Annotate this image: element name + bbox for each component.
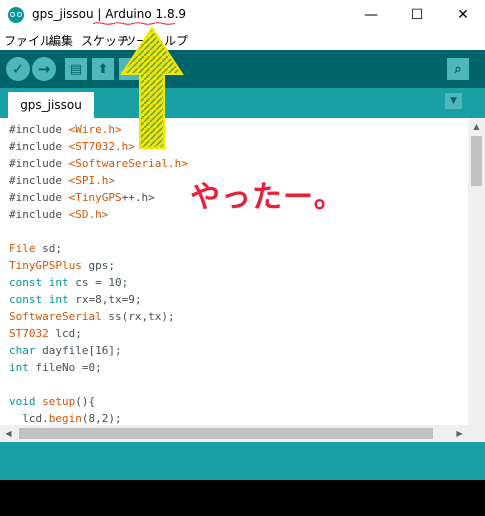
handwritten-annotation: やったー。: [190, 180, 345, 215]
chevron-down-icon: ▼: [450, 96, 457, 106]
close-button[interactable]: ✕: [440, 0, 485, 30]
app-version: Arduino 1.8.9: [105, 7, 187, 21]
vertical-scrollbar[interactable]: ▲: [468, 118, 485, 425]
horizontal-scrollbar[interactable]: ◀ ▶: [0, 425, 468, 442]
code-line: void setup(){: [9, 393, 188, 410]
vertical-scroll-thumb[interactable]: [471, 136, 482, 186]
code-line: int fileNo =0;: [9, 359, 188, 376]
code-token: #include: [9, 208, 69, 221]
toolbar: ✓ → ▤ ⬆ ⬇ ⌕: [0, 50, 485, 88]
scrollbar-corner: [468, 425, 485, 442]
verify-button[interactable]: ✓: [6, 57, 30, 81]
serial-monitor-button[interactable]: ⌕: [447, 58, 469, 80]
code-token: <SoftwareSerial.h>: [68, 157, 188, 170]
code-token: SoftwareSerial: [9, 310, 102, 323]
code-token: ss(rx,tx);: [101, 310, 175, 323]
code-line: SoftwareSerial ss(rx,tx);: [9, 308, 188, 325]
code-token: int: [9, 361, 29, 374]
code-line: File sd;: [9, 240, 188, 257]
code-line: #include <TinyGPS++.h>: [9, 189, 188, 206]
code-token: <SD.h>: [68, 208, 109, 221]
code-line: const int rx=8,tx=9;: [9, 291, 188, 308]
code-token: #include: [9, 157, 69, 170]
code-line: lcd.begin(8,2);: [9, 410, 188, 425]
title-bar: gps_jissou | Arduino 1.8.9 — ☐ ✕: [0, 0, 485, 30]
code-line: #include <SPI.h>: [9, 172, 188, 189]
code-token: TinyGPSPlus: [9, 259, 82, 272]
tab-gps-jissou[interactable]: gps_jissou: [8, 92, 94, 118]
code-line: #include <SD.h>: [9, 206, 188, 223]
scroll-up-icon[interactable]: ▲: [468, 118, 485, 135]
output-console[interactable]: [0, 480, 485, 516]
code-token: const: [9, 293, 43, 306]
maximize-button[interactable]: ☐: [394, 0, 440, 30]
code-token: int: [48, 276, 69, 289]
magnifier-icon: ⌕: [454, 61, 462, 77]
code-token: (8,2);: [81, 412, 122, 425]
code-token: lcd;: [48, 327, 82, 340]
scroll-right-icon[interactable]: ▶: [451, 425, 468, 442]
source-code: #include <Wire.h> #include <ST7032.h> #inc…: [9, 121, 188, 425]
checkmark-icon: ✓: [11, 60, 25, 78]
code-token: int: [48, 293, 69, 306]
menu-file[interactable]: ファイル: [4, 32, 52, 49]
window-title: gps_jissou | Arduino 1.8.9: [32, 7, 186, 21]
code-token: <SPI.h>: [68, 174, 115, 187]
code-token: <Wire.h>: [68, 123, 122, 136]
horizontal-scroll-thumb[interactable]: [19, 428, 433, 439]
tab-menu-button[interactable]: ▼: [445, 93, 462, 109]
code-token: char: [9, 344, 36, 357]
arduino-logo-icon: [8, 7, 24, 23]
scroll-left-icon[interactable]: ◀: [0, 425, 17, 442]
code-token: ST7032: [9, 327, 49, 340]
code-token: (){: [75, 395, 96, 408]
code-token: setup: [42, 395, 76, 408]
red-underline-mark: [93, 22, 175, 25]
code-token: rx=8,tx=9;: [68, 293, 142, 306]
code-token: lcd.: [9, 412, 49, 425]
code-line: #include <SoftwareSerial.h>: [9, 155, 188, 172]
code-editor[interactable]: #include <Wire.h> #include <ST7032.h> #inc…: [0, 118, 468, 425]
code-token: dayfile[16];: [35, 344, 122, 357]
sketch-name: gps_jissou: [32, 7, 94, 21]
arrow-right-icon: →: [37, 60, 51, 78]
code-token: const: [9, 276, 43, 289]
code-token: File: [9, 242, 36, 255]
code-line: ST7032 lcd;: [9, 325, 188, 342]
code-token: #include: [9, 123, 69, 136]
upload-button[interactable]: →: [32, 57, 56, 81]
menu-bar: ファイル 編集 スケッチ ツール ヘルプ: [0, 30, 485, 50]
status-bar: [0, 442, 485, 480]
code-token: begin: [48, 412, 82, 425]
new-sketch-button[interactable]: ▤: [65, 58, 87, 80]
code-token: ++.h>: [121, 191, 155, 204]
code-token: sd;: [35, 242, 62, 255]
code-token: <TinyGPS: [68, 191, 122, 204]
code-token: gps;: [81, 259, 115, 272]
yellow-arrow-annotation: [120, 26, 184, 149]
code-token: #include: [9, 174, 69, 187]
title-separator: |: [93, 7, 106, 21]
menu-edit[interactable]: 編集: [49, 32, 73, 49]
code-token: fileNo =0;: [28, 361, 102, 374]
code-token: #include: [9, 191, 69, 204]
arrow-up-icon: ⬆: [97, 61, 109, 77]
tab-bar: gps_jissou: [0, 88, 485, 118]
code-line: char dayfile[16];: [9, 342, 188, 359]
code-line: const int cs = 10;: [9, 274, 188, 291]
document-icon: ▤: [69, 61, 83, 77]
code-line: TinyGPSPlus gps;: [9, 257, 188, 274]
open-button[interactable]: ⬆: [92, 58, 114, 80]
code-token: cs = 10;: [68, 276, 129, 289]
code-token: #include: [9, 140, 69, 153]
minimize-button[interactable]: —: [348, 0, 394, 30]
code-token: void: [9, 395, 36, 408]
